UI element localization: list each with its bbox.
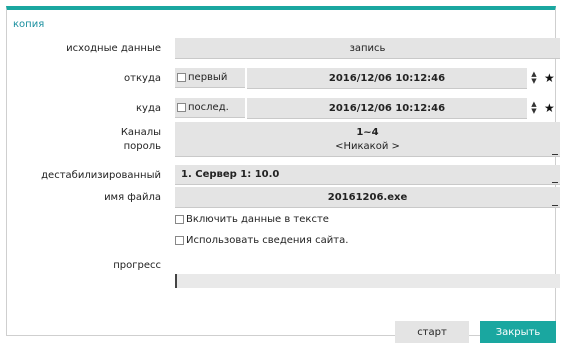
password-field[interactable]: <Никакой > bbox=[175, 136, 560, 157]
from-label: откуда bbox=[124, 73, 161, 84]
source-value: запись bbox=[349, 42, 386, 54]
use-site-info-label: Использовать сведения сайта. bbox=[186, 235, 349, 246]
include-text-checkbox[interactable]: Включить данные в тексте bbox=[175, 214, 329, 225]
filename-label: имя файла bbox=[104, 192, 161, 203]
password-label: пороль bbox=[123, 141, 161, 152]
dropdown-corner-icon bbox=[552, 182, 558, 183]
checkbox-icon bbox=[177, 73, 186, 82]
to-spinner-icon[interactable]: ▲ ▼ bbox=[528, 98, 540, 118]
destination-value: 1. Сервер 1: 10.0 bbox=[181, 169, 280, 180]
from-datetime-value: 2016/12/06 10:12:46 bbox=[328, 72, 446, 84]
from-spinner-icon[interactable]: ▲ ▼ bbox=[528, 68, 540, 88]
checkbox-icon bbox=[175, 215, 184, 224]
to-last-checkbox[interactable]: послед. bbox=[175, 98, 245, 118]
from-datetime-field[interactable]: 2016/12/06 10:12:46 bbox=[247, 68, 527, 89]
from-first-checkbox[interactable]: первый bbox=[175, 68, 245, 88]
dropdown-corner-icon bbox=[552, 154, 558, 155]
progress-bar bbox=[175, 274, 560, 288]
dropdown-corner-icon bbox=[552, 205, 558, 206]
include-text-label: Включить данные в тексте bbox=[186, 214, 329, 225]
checkbox-icon bbox=[177, 103, 186, 112]
checkbox-icon bbox=[175, 236, 184, 245]
to-star-icon[interactable]: ★ bbox=[544, 101, 555, 115]
backup-dialog: копия исходные данные запись откуда перв… bbox=[6, 6, 560, 343]
to-datetime-value: 2016/12/06 10:12:46 bbox=[328, 102, 446, 114]
filename-field[interactable]: 20161206.exe bbox=[175, 187, 560, 208]
password-value: <Никакой > bbox=[335, 140, 400, 152]
start-button[interactable]: старт bbox=[395, 321, 469, 343]
use-site-info-checkbox[interactable]: Использовать сведения сайта. bbox=[175, 235, 348, 246]
from-star-icon[interactable]: ★ bbox=[544, 71, 555, 85]
close-button[interactable]: Закрыть bbox=[480, 321, 556, 343]
to-datetime-field[interactable]: 2016/12/06 10:12:46 bbox=[247, 98, 527, 119]
filename-value: 20161206.exe bbox=[327, 191, 408, 203]
to-last-label: послед. bbox=[188, 102, 229, 113]
to-label: куда bbox=[136, 103, 161, 114]
destination-select[interactable]: 1. Сервер 1: 10.0 bbox=[175, 165, 560, 185]
source-label: исходные данные bbox=[66, 43, 161, 54]
from-first-label: первый bbox=[188, 72, 228, 83]
progress-label: прогресс bbox=[113, 260, 161, 271]
destination-label: дестабилизированный bbox=[41, 170, 161, 181]
channels-label: Каналы bbox=[120, 127, 161, 138]
source-select[interactable]: запись bbox=[175, 38, 560, 59]
dialog-title: копия bbox=[13, 19, 45, 30]
